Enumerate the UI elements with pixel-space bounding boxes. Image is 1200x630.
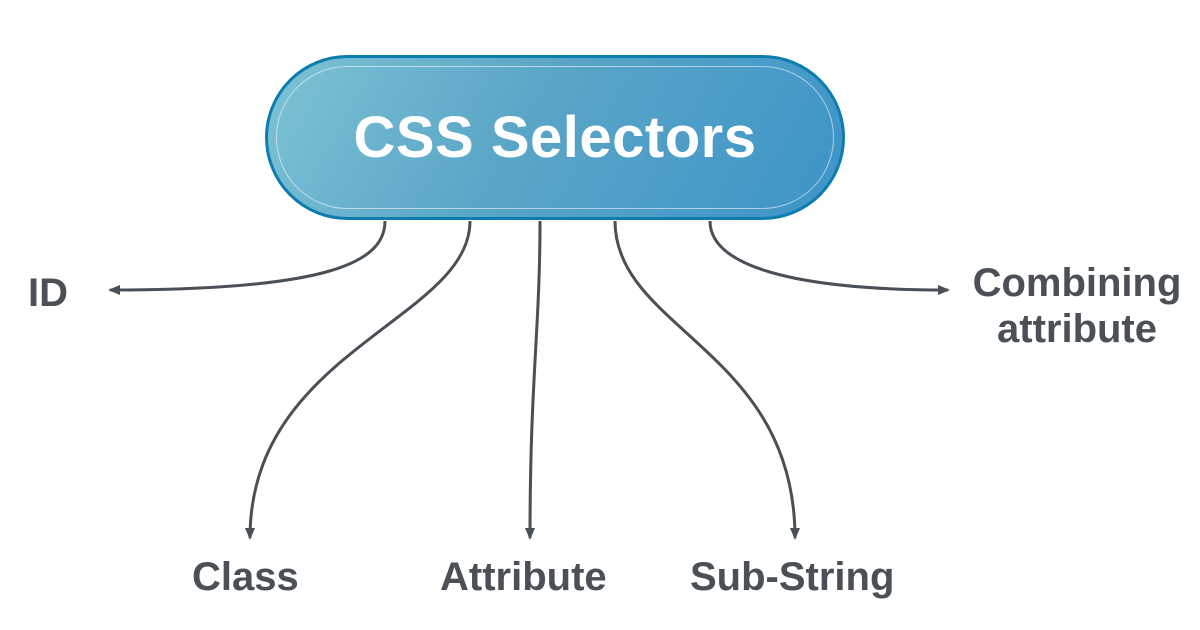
arrow-to-class bbox=[250, 221, 470, 538]
leaf-attribute: Attribute bbox=[440, 554, 607, 600]
arrow-to-attribute bbox=[530, 221, 540, 538]
leaf-class: Class bbox=[192, 554, 299, 600]
root-node: CSS Selectors bbox=[265, 55, 845, 220]
arrow-to-combining bbox=[710, 221, 948, 290]
leaf-combining: Combining attribute bbox=[962, 260, 1192, 352]
root-title: CSS Selectors bbox=[353, 104, 756, 171]
leaf-combining-line2: attribute bbox=[997, 307, 1157, 351]
leaf-substring: Sub-String bbox=[690, 554, 894, 600]
arrow-to-substring bbox=[615, 221, 795, 538]
arrow-to-id bbox=[110, 221, 385, 290]
leaf-id: ID bbox=[28, 270, 68, 316]
leaf-combining-line1: Combining bbox=[973, 261, 1182, 305]
